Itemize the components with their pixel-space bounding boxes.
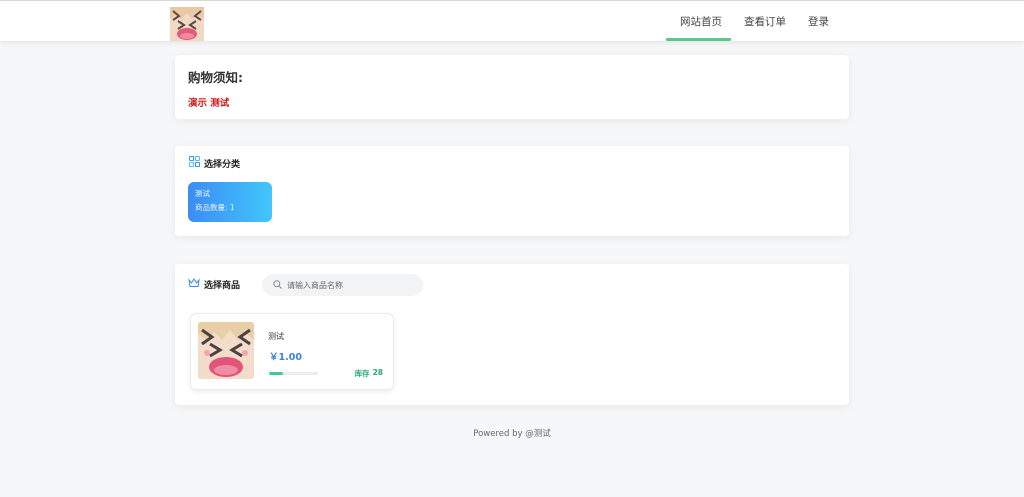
category-header: 选择分类 [189, 156, 240, 170]
footer-text: Powered by @测试 [473, 429, 551, 439]
stock-label: 库存 [354, 369, 370, 378]
notice-card: 购物须知: 演示 测试 [175, 55, 849, 119]
nav-orders[interactable]: 查看订单 [744, 14, 786, 29]
category-count: 商品数量: 1 [195, 203, 265, 213]
notice-title: 购物须知: [188, 70, 243, 85]
goods-header: 选择商品 [188, 277, 240, 291]
stock-progress-fill [269, 372, 283, 375]
search-box[interactable] [262, 274, 423, 296]
nav-login[interactable]: 登录 [808, 14, 829, 29]
product-card[interactable]: 测试 ￥1.00 库存 28 [190, 313, 394, 390]
crown-icon [188, 277, 200, 291]
goods-card: 选择商品 测试 ￥1.00 [175, 264, 849, 405]
stock-progress-bar [269, 372, 318, 375]
active-nav-indicator [666, 38, 731, 41]
top-navbar: 网站首页 查看订单 登录 [0, 0, 1024, 41]
stock-text: 库存 28 [355, 368, 383, 379]
product-price: ￥1.00 [269, 352, 302, 363]
category-count-value: 1 [229, 203, 235, 212]
category-tile[interactable]: 测试 商品数量: 1 [188, 182, 272, 222]
grid-icon [189, 156, 200, 170]
category-count-label: 商品数量: [195, 203, 228, 212]
stock-value: 28 [372, 368, 383, 377]
category-name: 测试 [195, 189, 210, 198]
goods-section-label: 选择商品 [204, 280, 241, 291]
search-icon [273, 278, 282, 292]
product-image [198, 322, 254, 379]
category-card: 选择分类 测试 商品数量: 1 [175, 146, 849, 236]
site-logo[interactable] [170, 7, 204, 41]
notice-text: 演示 测试 [188, 98, 230, 109]
nav-home[interactable]: 网站首页 [680, 14, 722, 29]
product-name: 测试 [268, 332, 284, 341]
search-input[interactable] [287, 280, 407, 290]
category-section-label: 选择分类 [204, 159, 241, 170]
